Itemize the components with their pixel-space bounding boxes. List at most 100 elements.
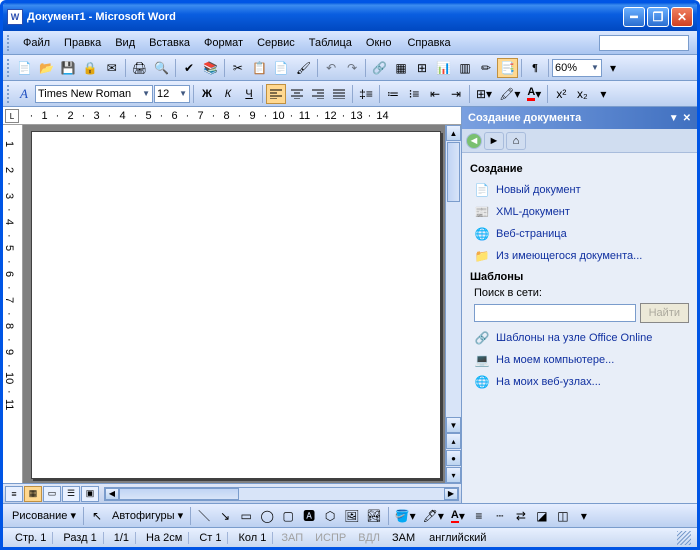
maximize-button[interactable]: ❐ (647, 7, 669, 27)
drawing-button[interactable]: ✏ (476, 58, 496, 78)
print-layout-view-button[interactable]: ▭ (43, 486, 61, 502)
wordart-button[interactable]: 🅰 (299, 506, 319, 526)
toolbar-options-button[interactable]: ▾ (603, 58, 623, 78)
insert-excel-button[interactable]: 📊 (433, 58, 454, 78)
autoshapes-menu[interactable]: Автофигуры ▾ (108, 509, 187, 522)
email-button[interactable]: ✉ (102, 58, 122, 78)
horizontal-ruler[interactable]: L ·1·2·3·4·5·6·7·8·9·10·11·12·13·14 (3, 107, 461, 125)
3d-button[interactable]: ◫ (553, 506, 573, 526)
browse-object-button[interactable]: ● (446, 450, 461, 466)
align-right-button[interactable] (308, 84, 328, 104)
bullets-button[interactable]: ⁝≡ (404, 84, 424, 104)
zoom-combo[interactable]: 60%▼ (552, 59, 602, 77)
new-button[interactable]: 📄 (14, 58, 35, 78)
taskpane-forward-button[interactable]: ► (484, 132, 504, 150)
status-language[interactable]: английский (423, 532, 492, 544)
taskpane-link[interactable]: 📰XML-документ (470, 201, 689, 223)
font-color-draw-button[interactable]: A▾ (448, 506, 468, 526)
reading-view-button[interactable]: ▣ (81, 486, 99, 502)
drawing-menu[interactable]: Рисование ▾ (8, 509, 80, 522)
hscroll-right-button[interactable]: ▶ (444, 488, 458, 500)
cut-button[interactable]: ✂ (228, 58, 248, 78)
weblayout-view-button[interactable]: ▦ (24, 486, 42, 502)
styles-button[interactable]: A (14, 84, 34, 104)
help-search-input[interactable] (599, 35, 689, 51)
select-objects-button[interactable]: ↖ (87, 506, 107, 526)
fontsize-combo[interactable]: 12▼ (154, 85, 190, 103)
tab-selector[interactable]: L (5, 109, 19, 123)
status-rec[interactable]: ЗАП (277, 532, 307, 544)
drawbar-options-button[interactable]: ▾ (574, 506, 594, 526)
vertical-ruler[interactable]: ·1·2·3·4·5·6·7·8·9·10·11 (3, 125, 23, 483)
line-color-button[interactable]: 🖊▾ (420, 506, 447, 526)
outline-view-button[interactable]: ☰ (62, 486, 80, 502)
picture-button[interactable]: 🏞 (363, 506, 384, 526)
copy-button[interactable]: 📋 (249, 58, 270, 78)
spellcheck-button[interactable]: ✔ (179, 58, 199, 78)
line-spacing-button[interactable]: ‡≡ (356, 84, 376, 104)
status-trk[interactable]: ИСПР (311, 532, 350, 544)
save-button[interactable]: 💾 (58, 58, 79, 78)
menu-file[interactable]: Файл (17, 35, 56, 51)
menubar-grip[interactable] (7, 35, 11, 51)
close-button[interactable]: ✕ (671, 7, 693, 27)
subscript-button[interactable]: x₂ (572, 84, 592, 104)
shadow-button[interactable]: ◪ (532, 506, 552, 526)
taskpane-close-button[interactable]: ✕ (683, 113, 691, 124)
scroll-down-button[interactable]: ▼ (446, 417, 461, 433)
scroll-thumb[interactable] (447, 142, 460, 202)
font-color-button[interactable]: A▾ (524, 84, 544, 104)
print-button[interactable]: 🖨 (129, 58, 150, 78)
highlight-button[interactable]: 🖍▾ (496, 84, 523, 104)
arrow-style-button[interactable]: ⇄ (511, 506, 531, 526)
undo-button[interactable]: ↶ (321, 58, 341, 78)
taskpane-home-button[interactable]: ⌂ (506, 132, 526, 150)
arrow-tool[interactable]: ↘ (215, 506, 235, 526)
format-painter-button[interactable]: 🖌 (293, 58, 314, 78)
oval-tool[interactable]: ◯ (257, 506, 277, 526)
decrease-indent-button[interactable]: ⇤ (425, 84, 445, 104)
columns-button[interactable]: ▥ (455, 58, 475, 78)
hscroll-left-button[interactable]: ◀ (105, 488, 119, 500)
superscript-button[interactable]: x² (551, 84, 571, 104)
italic-button[interactable]: К (218, 84, 238, 104)
toolbar-grip[interactable] (7, 59, 11, 77)
fill-color-button[interactable]: 🪣▾ (392, 506, 419, 526)
prev-page-button[interactable]: ▴ (446, 433, 461, 449)
template-search-button[interactable]: Найти (640, 303, 689, 323)
taskpane-link[interactable]: 🔗Шаблоны на узле Office Online (470, 327, 689, 349)
line-style-button[interactable]: ≡ (469, 506, 489, 526)
textbox-tool[interactable]: ▢ (278, 506, 298, 526)
menu-help[interactable]: Справка (401, 35, 456, 51)
hyperlink-button[interactable]: 🔗 (369, 58, 390, 78)
status-ext[interactable]: ВДЛ (354, 532, 384, 544)
menu-edit[interactable]: Правка (58, 35, 107, 51)
status-ovr[interactable]: ЗАМ (388, 532, 419, 544)
taskpane-menu-button[interactable]: ▼ (669, 113, 679, 124)
menu-insert[interactable]: Вставка (143, 35, 196, 51)
clipart-button[interactable]: 🖼 (341, 506, 362, 526)
taskpane-link[interactable]: 📄Новый документ (470, 179, 689, 201)
research-button[interactable]: 📚 (200, 58, 221, 78)
insert-table-button[interactable]: ⊞ (412, 58, 432, 78)
minimize-button[interactable]: ━ (623, 7, 645, 27)
menu-window[interactable]: Окно (360, 35, 398, 51)
diagram-button[interactable]: ⬡ (320, 506, 340, 526)
menu-view[interactable]: Вид (109, 35, 141, 51)
scroll-up-button[interactable]: ▲ (446, 125, 461, 141)
toolbar2-options-button[interactable]: ▾ (593, 84, 613, 104)
permission-button[interactable]: 🔒 (80, 58, 101, 78)
vertical-scrollbar[interactable]: ▲ ▼ ▴ ● ▾ (445, 125, 461, 483)
underline-button[interactable]: Ч (239, 84, 259, 104)
resize-grip[interactable] (677, 531, 691, 545)
taskpane-link[interactable]: 🌐На моих веб-узлах... (470, 371, 689, 393)
menu-format[interactable]: Формат (198, 35, 249, 51)
normal-view-button[interactable]: ≡ (5, 486, 23, 502)
horizontal-scrollbar[interactable]: ◀ ▶ (104, 487, 459, 501)
menu-tools[interactable]: Сервис (251, 35, 301, 51)
docmap-button[interactable]: 📑 (497, 58, 518, 78)
document-page[interactable] (31, 131, 441, 479)
show-marks-button[interactable]: ¶ (525, 58, 545, 78)
redo-button[interactable]: ↷ (342, 58, 362, 78)
rectangle-tool[interactable]: ▭ (236, 506, 256, 526)
